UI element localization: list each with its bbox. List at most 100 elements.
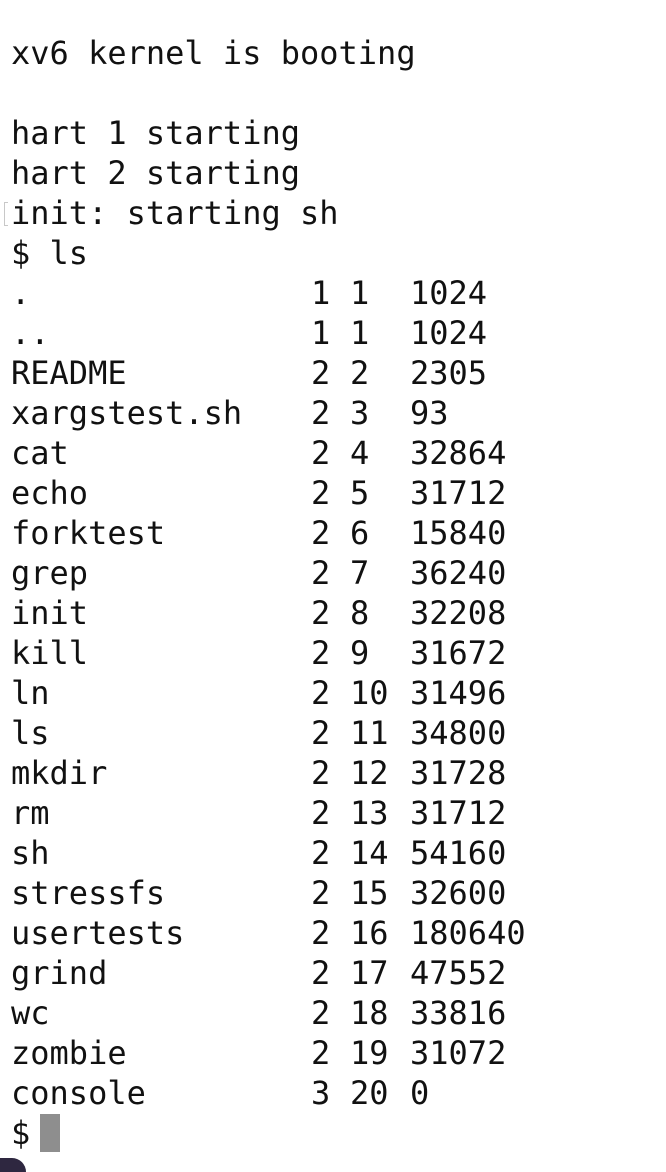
file-name: forktest — [11, 514, 166, 552]
ls-entry: ls 2 11 34800 — [11, 713, 666, 753]
file-name: rm — [11, 794, 50, 832]
file-name: . — [11, 274, 31, 312]
text-cursor — [40, 1114, 61, 1152]
file-type: 2 — [311, 994, 331, 1032]
file-type: 2 — [311, 674, 331, 712]
ls-entry: mkdir 2 12 31728 — [11, 753, 666, 793]
ls-entry: init 2 8 32208 — [11, 593, 666, 633]
file-inode: 13 — [350, 794, 389, 832]
file-size: 31072 — [410, 1034, 507, 1072]
file-name: .. — [11, 314, 50, 352]
file-size: 34800 — [410, 714, 507, 752]
file-inode: 3 — [350, 394, 370, 432]
file-size: 31496 — [410, 674, 507, 712]
file-name: mkdir — [11, 754, 108, 792]
file-size: 32208 — [410, 594, 507, 632]
file-inode: 4 — [350, 434, 370, 472]
file-inode: 1 — [350, 314, 370, 352]
file-type: 2 — [311, 874, 331, 912]
file-type: 2 — [311, 354, 331, 392]
file-size: 180640 — [410, 914, 526, 952]
file-inode: 17 — [350, 954, 389, 992]
file-size: 2305 — [410, 354, 488, 392]
file-inode: 20 — [350, 1074, 389, 1112]
ls-entry: ln 2 10 31496 — [11, 673, 666, 713]
file-type: 2 — [311, 394, 331, 432]
file-name: init — [11, 594, 89, 632]
file-size: 15840 — [410, 514, 507, 552]
file-size: 33816 — [410, 994, 507, 1032]
file-name: zombie — [11, 1034, 127, 1072]
file-size: 47552 — [410, 954, 507, 992]
file-name: echo — [11, 474, 89, 512]
file-inode: 10 — [350, 674, 389, 712]
ls-entry: kill 2 9 31672 — [11, 633, 666, 673]
prompt-line[interactable]: $ — [11, 1113, 666, 1153]
file-inode: 19 — [350, 1034, 389, 1072]
ls-entry: sh 2 14 54160 — [11, 833, 666, 873]
file-name: grep — [11, 554, 89, 592]
file-size: 0 — [410, 1074, 430, 1112]
ls-entry: stressfs 2 15 32600 — [11, 873, 666, 913]
file-name: ln — [11, 674, 50, 712]
file-inode: 16 — [350, 914, 389, 952]
file-inode: 5 — [350, 474, 370, 512]
file-type: 2 — [311, 514, 331, 552]
file-inode: 6 — [350, 514, 370, 552]
file-size: 32600 — [410, 874, 507, 912]
file-size: 36240 — [410, 554, 507, 592]
file-size: 31712 — [410, 474, 507, 512]
ls-entry: grep 2 7 36240 — [11, 553, 666, 593]
file-size: 93 — [410, 394, 449, 432]
file-inode: 7 — [350, 554, 370, 592]
file-inode: 12 — [350, 754, 389, 792]
file-name: sh — [11, 834, 50, 872]
ls-entry: wc 2 18 33816 — [11, 993, 666, 1033]
file-size: 1024 — [410, 274, 488, 312]
file-size: 31712 — [410, 794, 507, 832]
file-type: 2 — [311, 594, 331, 632]
file-name: cat — [11, 434, 69, 472]
file-inode: 1 — [350, 274, 370, 312]
file-name: console — [11, 1074, 146, 1112]
file-type: 2 — [311, 714, 331, 752]
file-name: kill — [11, 634, 89, 672]
ls-entry: .. 1 1 1024 — [11, 313, 666, 353]
ls-entry: forktest 2 6 15840 — [11, 513, 666, 553]
ls-entry: echo 2 5 31712 — [11, 473, 666, 513]
init-message: init: starting sh — [11, 194, 339, 232]
file-type: 2 — [311, 794, 331, 832]
file-type: 2 — [311, 754, 331, 792]
ls-entry: rm 2 13 31712 — [11, 793, 666, 833]
file-size: 54160 — [410, 834, 507, 872]
file-type: 2 — [311, 434, 331, 472]
ls-entry: . 1 1 1024 — [11, 273, 666, 313]
file-name: wc — [11, 994, 50, 1032]
prompt-symbol: $ — [11, 1114, 31, 1152]
file-type: 1 — [311, 314, 331, 352]
file-type: 3 — [311, 1074, 331, 1112]
ls-command: $ ls — [11, 234, 89, 272]
terminal-window[interactable]: xv6 kernel is booting hart 1 starting ha… — [0, 0, 666, 1172]
file-name: ls — [11, 714, 50, 752]
file-inode: 15 — [350, 874, 389, 912]
selection-marker-icon — [4, 202, 8, 226]
file-inode: 14 — [350, 834, 389, 872]
file-name: stressfs — [11, 874, 166, 912]
ls-entry: zombie 2 19 31072 — [11, 1033, 666, 1073]
ls-output: . 1 1 1024.. 1 1 1024 README 2 2 2305 xargstest.sh 2… — [11, 273, 666, 1113]
file-type: 1 — [311, 274, 331, 312]
ls-entry: README 2 2 2305 — [11, 353, 666, 393]
ls-entry: cat 2 4 32864 — [11, 433, 666, 473]
file-type: 2 — [311, 474, 331, 512]
file-type: 2 — [311, 914, 331, 952]
ls-entry: xargstest.sh 2 3 93 — [11, 393, 666, 433]
file-inode: 2 — [350, 354, 370, 392]
file-inode: 18 — [350, 994, 389, 1032]
file-size: 31672 — [410, 634, 507, 672]
file-name: xargstest.sh — [11, 394, 243, 432]
file-type: 2 — [311, 954, 331, 992]
file-size: 32864 — [410, 434, 507, 472]
file-name: grind — [11, 954, 108, 992]
